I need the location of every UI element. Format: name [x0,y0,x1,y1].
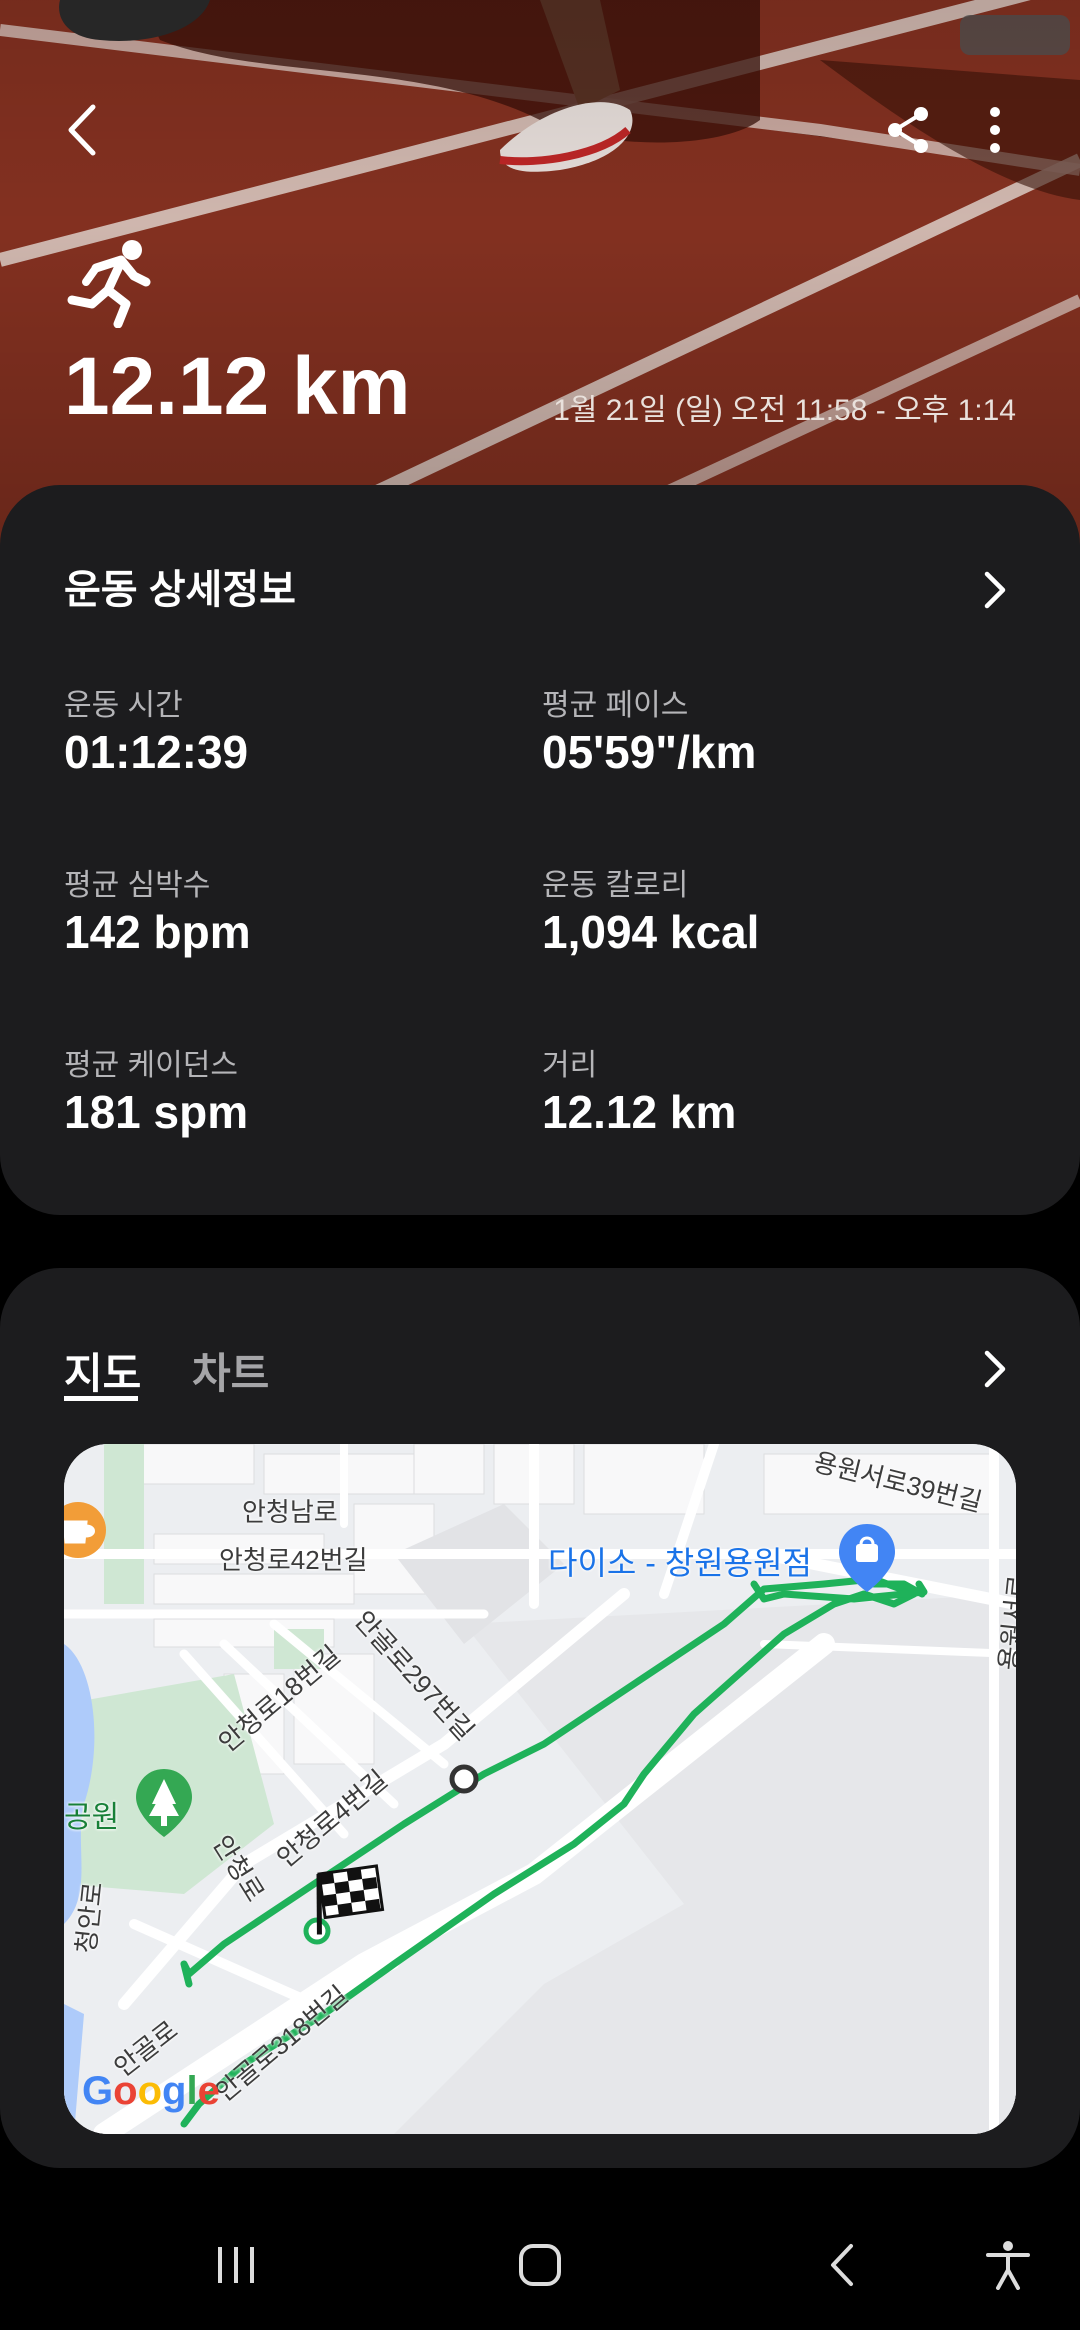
home-button[interactable] [500,2225,580,2305]
map-chevron-button[interactable] [970,1344,1020,1394]
tab-chart[interactable]: 차트 [192,1340,269,1401]
stat-value-cadence: 181 spm [64,1086,249,1138]
system-navigation-bar [0,2205,1080,2330]
route-map[interactable]: 안청남로 안청로42번길 다이소 - 창원용원점 용원서로39번길 안청로18번… [64,1444,1016,2134]
back-arrow-icon [68,104,96,156]
chevron-right-icon [984,571,1006,609]
map-label-ancheongnam-ro: 안청남로 [242,1497,338,1527]
workout-date-range: 1월 21일 (일) 오전 11:58 - 오후 1:14 [553,394,1016,427]
total-distance: 12.12 km [64,341,411,432]
details-chevron-button[interactable] [970,565,1020,615]
share-button[interactable] [874,95,944,165]
map-label-park: 공원 [64,1801,120,1834]
stat-value-pace: 05'59"/km [542,726,757,778]
stat-value-heart-rate: 142 bpm [64,906,251,958]
active-tab-indicator [64,1396,138,1401]
accessibility-button[interactable] [968,2225,1048,2305]
workout-details-card[interactable]: 운동 상세정보 운동 시간 01:12:39 평균 페이스 05'59"/km … [0,485,1080,1215]
stat-value-distance: 12.12 km [542,1086,737,1138]
stat-label-calories: 운동 칼로리 [542,869,689,902]
home-icon [519,2244,561,2286]
stat-value-duration: 01:12:39 [64,726,249,778]
map-canvas [64,1444,1016,2134]
more-options-button[interactable] [960,95,1030,165]
share-icon [888,107,928,153]
stat-value-calories: 1,094 kcal [542,906,760,958]
running-icon [67,240,151,328]
map-chart-card: 지도 차트 안청남로 안청로42번길 다이소 - 창원용원점 용원서로39번길 … [0,1268,1080,2168]
nav-back-button[interactable] [802,2225,882,2305]
recent-apps-icon [218,2247,254,2283]
google-logo: Google [82,2069,220,2113]
stat-label-cadence: 평균 케이던스 [64,1049,238,1082]
map-label-cheongan-ro: 청안로 [70,1880,109,1955]
stat-label-duration: 운동 시간 [64,689,183,722]
stat-label-pace: 평균 페이스 [542,689,689,722]
stat-label-distance: 거리 [542,1049,598,1082]
hero-shade [0,0,1080,560]
accessibility-icon [986,2241,1030,2290]
recent-apps-button[interactable] [196,2225,276,2305]
tab-map[interactable]: 지도 [64,1340,141,1401]
more-vert-icon [990,107,1000,153]
back-icon [831,2244,853,2286]
map-label-ancheong-ro-42: 안청로42번길 [219,1545,368,1575]
chevron-right-icon [984,1350,1006,1388]
details-title: 운동 상세정보 [64,568,296,612]
hero-banner: 12.12 km 1월 21일 (일) 오전 11:58 - 오후 1:14 [0,0,1080,560]
stat-label-heart-rate: 평균 심박수 [64,869,211,902]
map-poi-daiso[interactable]: 다이소 - 창원용원점 [548,1538,812,1584]
back-button[interactable] [48,95,118,165]
